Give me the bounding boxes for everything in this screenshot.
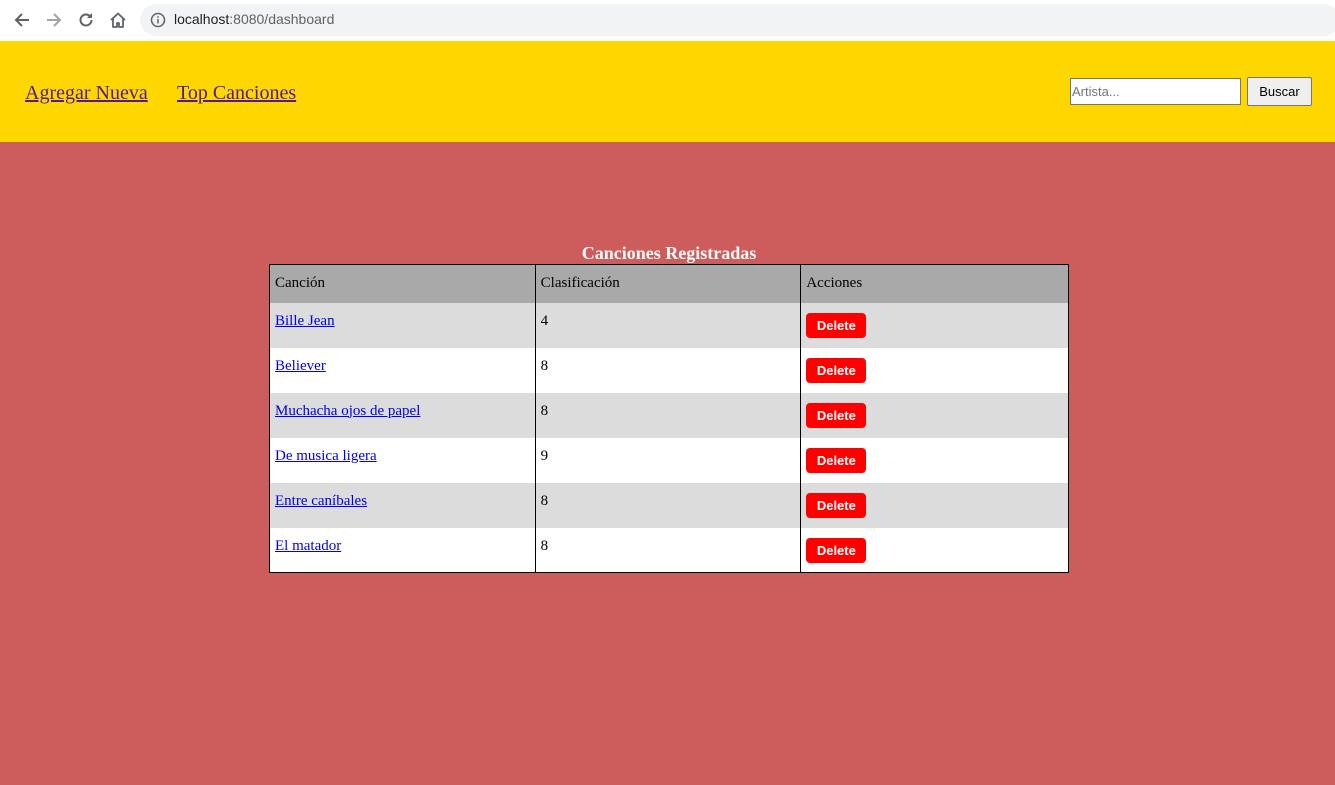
song-link[interactable]: Entre caníbales: [275, 493, 367, 509]
table-row: El matador 8 Delete: [269, 527, 1069, 573]
song-cell: Bille Jean: [269, 302, 536, 348]
artist-search-input[interactable]: [1070, 78, 1241, 105]
song-link[interactable]: De musica ligera: [275, 448, 377, 464]
song-cell: Entre caníbales: [269, 482, 536, 528]
rating-cell: 8: [534, 527, 802, 573]
column-header-actions: Acciones: [800, 264, 1069, 303]
song-cell: Muchacha ojos de papel: [269, 392, 536, 438]
actions-cell: Delete: [800, 302, 1069, 348]
song-link[interactable]: Believer: [275, 358, 326, 374]
delete-button[interactable]: Delete: [806, 492, 867, 518]
home-icon[interactable]: [106, 8, 130, 32]
delete-button[interactable]: Delete: [806, 357, 867, 383]
delete-button[interactable]: Delete: [806, 402, 867, 428]
table-row: De musica ligera 9 Delete: [269, 437, 1069, 483]
top-songs-link[interactable]: Top Canciones: [177, 81, 296, 105]
songs-table: Canción Clasificación Acciones Bille Jea…: [269, 264, 1069, 573]
actions-cell: Delete: [800, 437, 1069, 483]
actions-cell: Delete: [800, 527, 1069, 573]
song-cell: Believer: [269, 347, 536, 393]
song-cell: De musica ligera: [269, 437, 536, 483]
url-host: localhost: [174, 11, 230, 27]
rating-cell: 8: [534, 347, 802, 393]
rating-cell: 8: [534, 482, 802, 528]
address-bar[interactable]: localhost:8080/dashboard: [140, 4, 1335, 36]
table-row: Muchacha ojos de papel 8 Delete: [269, 392, 1069, 438]
add-new-link[interactable]: Agregar Nueva: [25, 81, 148, 105]
column-header-song: Canción: [269, 264, 536, 303]
delete-button[interactable]: Delete: [806, 537, 867, 563]
info-icon[interactable]: [150, 12, 166, 28]
delete-button[interactable]: Delete: [806, 312, 867, 338]
forward-arrow-icon[interactable]: [42, 8, 66, 32]
actions-cell: Delete: [800, 482, 1069, 528]
table-row: Believer 8 Delete: [269, 347, 1069, 393]
song-cell: El matador: [269, 527, 536, 573]
search-button[interactable]: Buscar: [1247, 77, 1312, 106]
column-header-rating: Clasificación: [534, 264, 802, 303]
rating-cell: 8: [534, 392, 802, 438]
reload-icon[interactable]: [74, 8, 98, 32]
table-caption: Canciones Registradas: [581, 243, 757, 263]
browser-toolbar: localhost:8080/dashboard: [0, 0, 1335, 41]
song-link[interactable]: El matador: [275, 538, 341, 554]
table-row: Bille Jean 4 Delete: [269, 302, 1069, 348]
url-text: localhost:8080/dashboard: [174, 11, 334, 27]
rating-cell: 9: [534, 437, 802, 483]
actions-cell: Delete: [800, 347, 1069, 393]
back-arrow-icon[interactable]: [10, 8, 34, 32]
url-path: :8080/dashboard: [229, 11, 335, 27]
top-nav-bar: Agregar Nueva Top Canciones Buscar: [0, 41, 1335, 142]
rating-cell: 4: [534, 302, 802, 348]
song-link[interactable]: Bille Jean: [275, 313, 335, 329]
delete-button[interactable]: Delete: [806, 447, 867, 473]
table-header-row: Canción Clasificación Acciones: [269, 264, 1069, 303]
actions-cell: Delete: [800, 392, 1069, 438]
table-row: Entre caníbales 8 Delete: [269, 482, 1069, 528]
song-link[interactable]: Muchacha ojos de papel: [275, 403, 420, 419]
